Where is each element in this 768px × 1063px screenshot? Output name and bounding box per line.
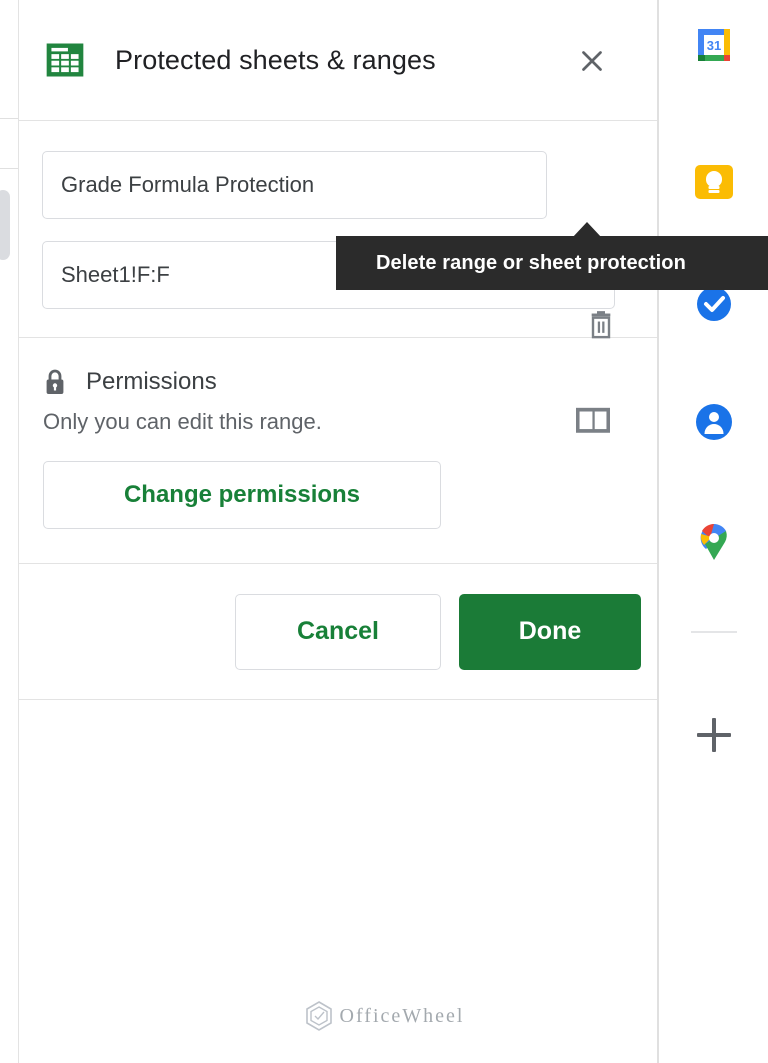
grid-select-range-icon[interactable] xyxy=(571,399,615,443)
cancel-button[interactable]: Cancel xyxy=(235,593,441,670)
tooltip-arrow xyxy=(572,222,602,238)
grid-row-line xyxy=(0,168,18,169)
permissions-description: Only you can edit this range. xyxy=(43,409,322,434)
page-title: Protected sheets & ranges xyxy=(115,44,436,75)
lock-icon xyxy=(46,369,64,394)
permissions-title: Permissions xyxy=(86,368,217,395)
addon-sidebar: 31 xyxy=(658,0,768,1063)
watermark-text: OfficeWheel xyxy=(339,1004,465,1027)
delete-protection-tooltip: Delete range or sheet protection xyxy=(336,236,768,290)
rail-divider xyxy=(691,631,737,633)
sheets-icon xyxy=(46,43,84,77)
scrollbar-handle[interactable] xyxy=(0,190,10,260)
hexagon-logo-icon xyxy=(305,1001,332,1031)
addon-google-keep[interactable] xyxy=(659,160,768,204)
action-button-row: Cancel Done xyxy=(19,564,657,700)
permissions-section: Permissions Only you can edit this range… xyxy=(19,338,657,564)
protected-ranges-panel: Protected sheets & ranges Grade Formula … xyxy=(19,0,658,1063)
grid-row-line xyxy=(0,118,18,119)
get-addons-button[interactable] xyxy=(659,713,768,757)
svg-text:31: 31 xyxy=(707,38,721,53)
close-icon[interactable] xyxy=(575,44,609,78)
plus-icon xyxy=(697,718,731,752)
tasks-check-icon xyxy=(697,287,731,321)
watermark: OfficeWheel xyxy=(0,1000,768,1032)
trash-icon[interactable] xyxy=(579,303,623,347)
addon-google-calendar[interactable]: 31 xyxy=(659,23,768,67)
panel-header: Protected sheets & ranges xyxy=(19,0,657,121)
contacts-person-icon xyxy=(696,404,732,440)
change-permissions-button[interactable]: Change permissions xyxy=(43,461,441,529)
keep-bulb-icon xyxy=(695,165,733,199)
maps-pin-icon xyxy=(700,524,727,560)
addon-google-contacts[interactable] xyxy=(659,400,768,444)
protection-description-input[interactable]: Grade Formula Protection xyxy=(42,151,547,219)
range-section: Grade Formula Protection Sheet1!F:F xyxy=(19,121,657,433)
calendar-icon: 31 xyxy=(698,29,730,61)
spreadsheet-edge-sliver xyxy=(0,0,19,1063)
addon-google-maps[interactable] xyxy=(659,520,768,564)
done-button[interactable]: Done xyxy=(459,593,641,670)
permissions-heading-row: Permissions xyxy=(43,368,657,396)
